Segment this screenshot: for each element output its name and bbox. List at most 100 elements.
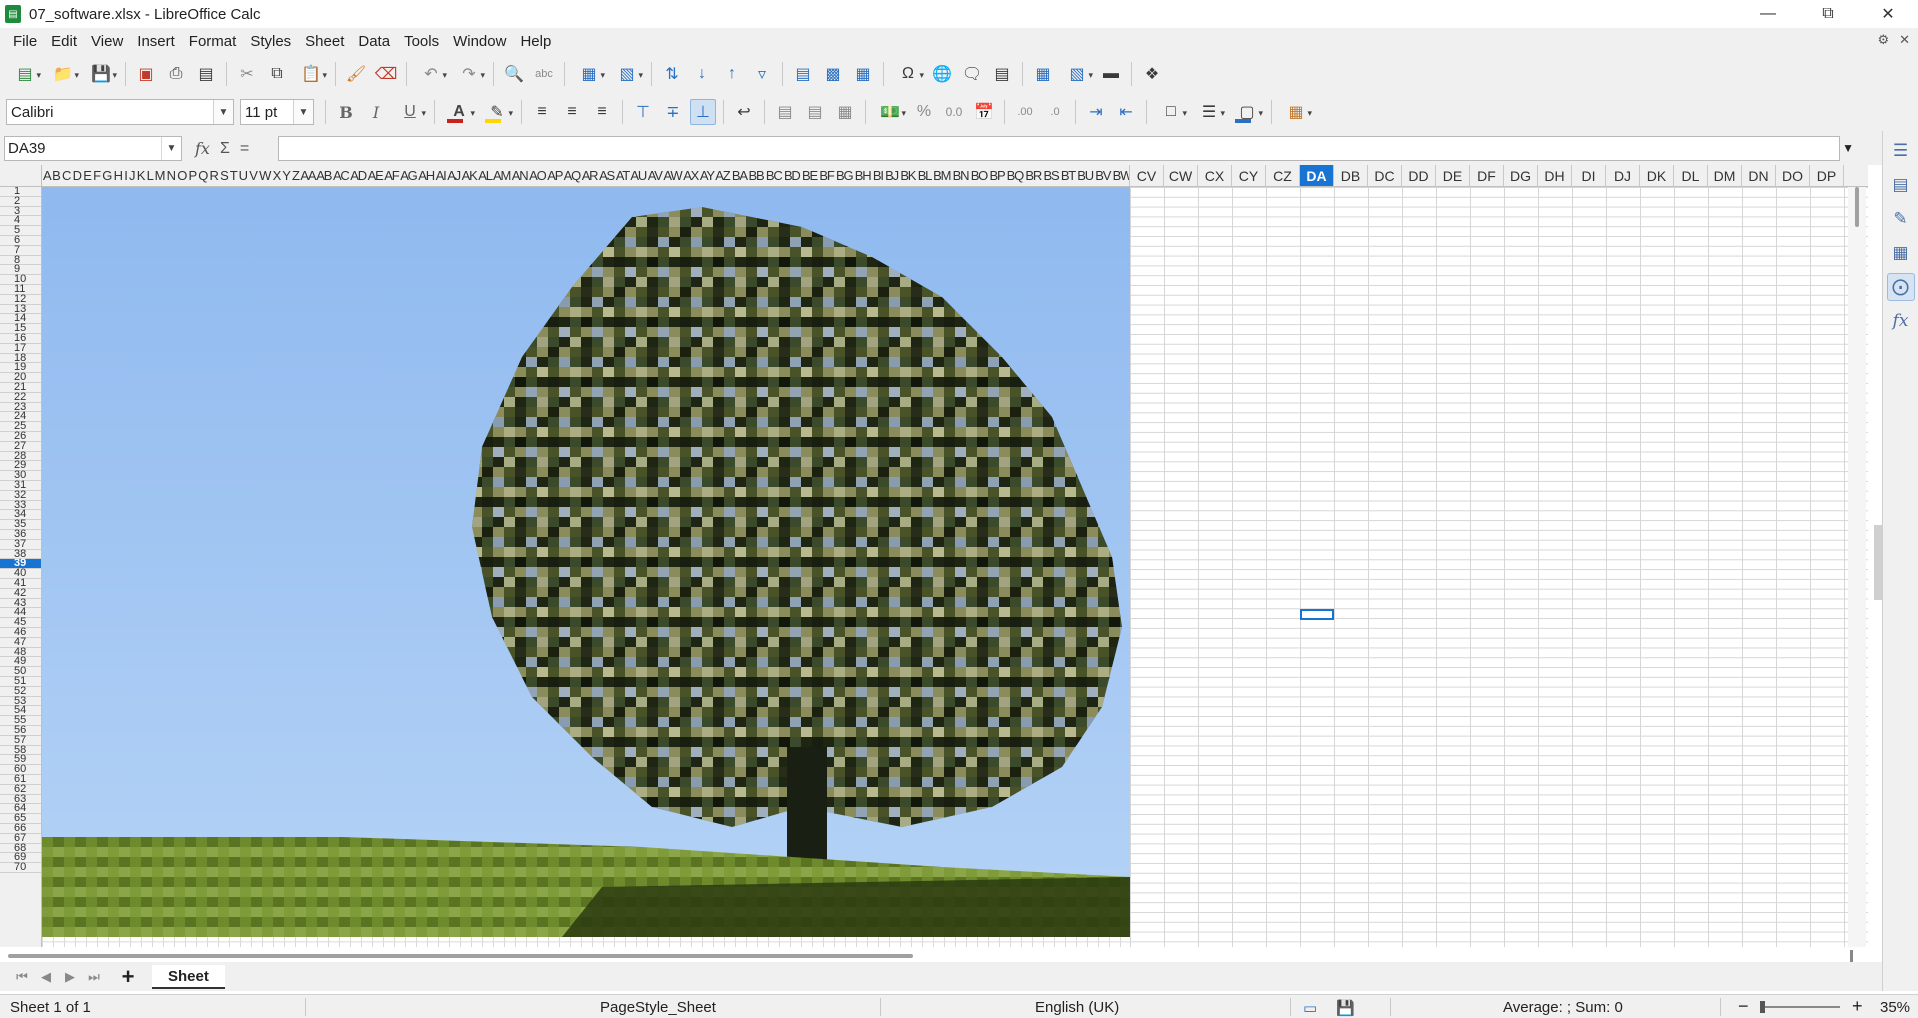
pivot-table-icon[interactable]: ▦: [850, 61, 876, 87]
column-header[interactable]: DD: [1402, 165, 1436, 186]
row-header[interactable]: 7: [0, 244, 41, 256]
sidebar-collapse-handle[interactable]: [1874, 525, 1882, 600]
number-format-button[interactable]: 0.0: [941, 99, 967, 125]
horizontal-scrollbar[interactable]: [8, 950, 1853, 964]
menu-data[interactable]: Data: [351, 28, 397, 55]
sort-icon[interactable]: ⇅: [659, 61, 685, 87]
sort-descending-icon[interactable]: ↑: [719, 61, 745, 87]
name-box[interactable]: DA39 ▼: [4, 136, 182, 161]
print-icon[interactable]: ⎙: [163, 61, 189, 87]
menu-file[interactable]: File: [6, 28, 44, 55]
column-header[interactable]: DE: [1436, 165, 1470, 186]
vertical-scroll-thumb[interactable]: [1855, 187, 1859, 227]
new-document-icon[interactable]: ▤: [8, 61, 42, 87]
merge-center-icon[interactable]: ▤: [772, 99, 798, 125]
autofilter-icon[interactable]: ▿: [749, 61, 775, 87]
highlight-color-button[interactable]: ✎: [480, 99, 514, 125]
row-header[interactable]: 70: [0, 862, 41, 873]
chevron-down-icon[interactable]: ▼: [161, 137, 181, 160]
increase-indent-icon[interactable]: ⇥: [1083, 99, 1109, 125]
borders-icon[interactable]: □: [1154, 99, 1188, 125]
bold-button[interactable]: B: [333, 99, 359, 125]
select-all-corner[interactable]: [0, 165, 42, 187]
menu-sheet[interactable]: Sheet: [298, 28, 351, 55]
update-icon[interactable]: ⚙: [1877, 32, 1889, 48]
decrease-indent-icon[interactable]: ⇤: [1113, 99, 1139, 125]
unmerge-cells-icon[interactable]: ▦: [832, 99, 858, 125]
row-header[interactable]: 5: [0, 225, 41, 236]
special-character-icon[interactable]: Ω: [891, 61, 925, 87]
function-wizard-icon[interactable]: fx: [195, 139, 210, 158]
first-sheet-icon[interactable]: ⏮: [10, 969, 34, 985]
column-header[interactable]: DG: [1504, 165, 1538, 186]
font-size-combo[interactable]: 11 pt ▼: [240, 99, 314, 125]
merge-cells-icon[interactable]: ▤: [802, 99, 828, 125]
find-replace-icon[interactable]: 🔍: [501, 61, 527, 87]
spelling-icon[interactable]: abc: [531, 61, 557, 87]
restore-button[interactable]: ⧉: [1798, 0, 1858, 28]
italic-button[interactable]: I: [363, 99, 389, 125]
zoom-level[interactable]: 35%: [1880, 999, 1910, 1016]
border-color-button[interactable]: ▢: [1230, 99, 1264, 125]
date-format-icon[interactable]: 📅: [971, 99, 997, 125]
column-header[interactable]: DO: [1776, 165, 1810, 186]
zoom-slider[interactable]: [1760, 1006, 1840, 1008]
menu-tools[interactable]: Tools: [397, 28, 446, 55]
row-icon[interactable]: ▦: [572, 61, 606, 87]
row-header[interactable]: 8: [0, 254, 41, 266]
add-decimal-icon[interactable]: .00: [1012, 99, 1038, 125]
menu-styles[interactable]: Styles: [243, 28, 298, 55]
cell-grid[interactable]: [42, 187, 1868, 947]
column-header[interactable]: DJ: [1606, 165, 1640, 186]
font-name-combo[interactable]: Calibri ▼: [6, 99, 234, 125]
align-center-icon[interactable]: ≡: [559, 99, 585, 125]
menu-view[interactable]: View: [84, 28, 130, 55]
save-icon[interactable]: 💾: [84, 61, 118, 87]
column-header[interactable]: DA: [1300, 165, 1334, 186]
menu-help[interactable]: Help: [513, 28, 558, 55]
column-header-compressed[interactable]: A B C D E F G H I J K L M N O P Q R S T …: [42, 165, 1130, 186]
previous-sheet-icon[interactable]: ◀: [34, 969, 58, 985]
last-sheet-icon[interactable]: ⏭: [82, 969, 106, 985]
clear-formatting-icon[interactable]: ⌫: [373, 61, 399, 87]
row-header[interactable]: 6: [0, 235, 41, 246]
language-status[interactable]: English (UK): [1035, 999, 1119, 1016]
insert-chart-icon[interactable]: ▩: [820, 61, 846, 87]
conditional-format-icon[interactable]: ▦: [1279, 99, 1313, 125]
sheet-tab[interactable]: Sheet: [152, 964, 225, 989]
column-header[interactable]: DF: [1470, 165, 1504, 186]
print-preview-icon[interactable]: ▤: [193, 61, 219, 87]
sum-icon[interactable]: Σ: [220, 140, 230, 158]
export-pdf-icon[interactable]: ▣: [133, 61, 159, 87]
column-header[interactable]: CW: [1164, 165, 1198, 186]
sidebar-menu-icon[interactable]: ☰: [1887, 137, 1915, 165]
sort-ascending-icon[interactable]: ↓: [689, 61, 715, 87]
align-left-icon[interactable]: ≡: [529, 99, 555, 125]
menu-window[interactable]: Window: [446, 28, 513, 55]
menu-insert[interactable]: Insert: [130, 28, 182, 55]
column-header[interactable]: CZ: [1266, 165, 1300, 186]
zoom-in-button[interactable]: +: [1852, 996, 1863, 1017]
row-header[interactable]: 2: [0, 195, 41, 207]
row-header[interactable]: 4: [0, 215, 41, 227]
header-footer-icon[interactable]: ▤: [989, 61, 1015, 87]
next-sheet-icon[interactable]: ▶: [58, 969, 82, 985]
redo-icon[interactable]: ↷: [452, 61, 486, 87]
row-header[interactable]: 3: [0, 205, 41, 217]
currency-format-icon[interactable]: 💵: [873, 99, 907, 125]
formula-input[interactable]: [278, 136, 1840, 161]
clone-formatting-icon[interactable]: 🖌: [343, 61, 369, 87]
column-header[interactable]: DL: [1674, 165, 1708, 186]
freeze-rows-columns-icon[interactable]: ▧: [1060, 61, 1094, 87]
minimize-button[interactable]: —: [1738, 0, 1798, 28]
percent-format-button[interactable]: %: [911, 99, 937, 125]
tree-picture[interactable]: [42, 187, 1130, 937]
show-draw-functions-icon[interactable]: ❖: [1139, 61, 1165, 87]
add-sheet-icon[interactable]: +: [114, 964, 142, 990]
horizontal-scroll-thumb[interactable]: [8, 954, 913, 958]
open-folder-icon[interactable]: 📁: [46, 61, 80, 87]
menu-edit[interactable]: Edit: [44, 28, 84, 55]
underline-button[interactable]: U: [393, 99, 427, 125]
close-button[interactable]: ✕: [1858, 0, 1918, 28]
chevron-down-icon[interactable]: ▼: [293, 100, 313, 124]
